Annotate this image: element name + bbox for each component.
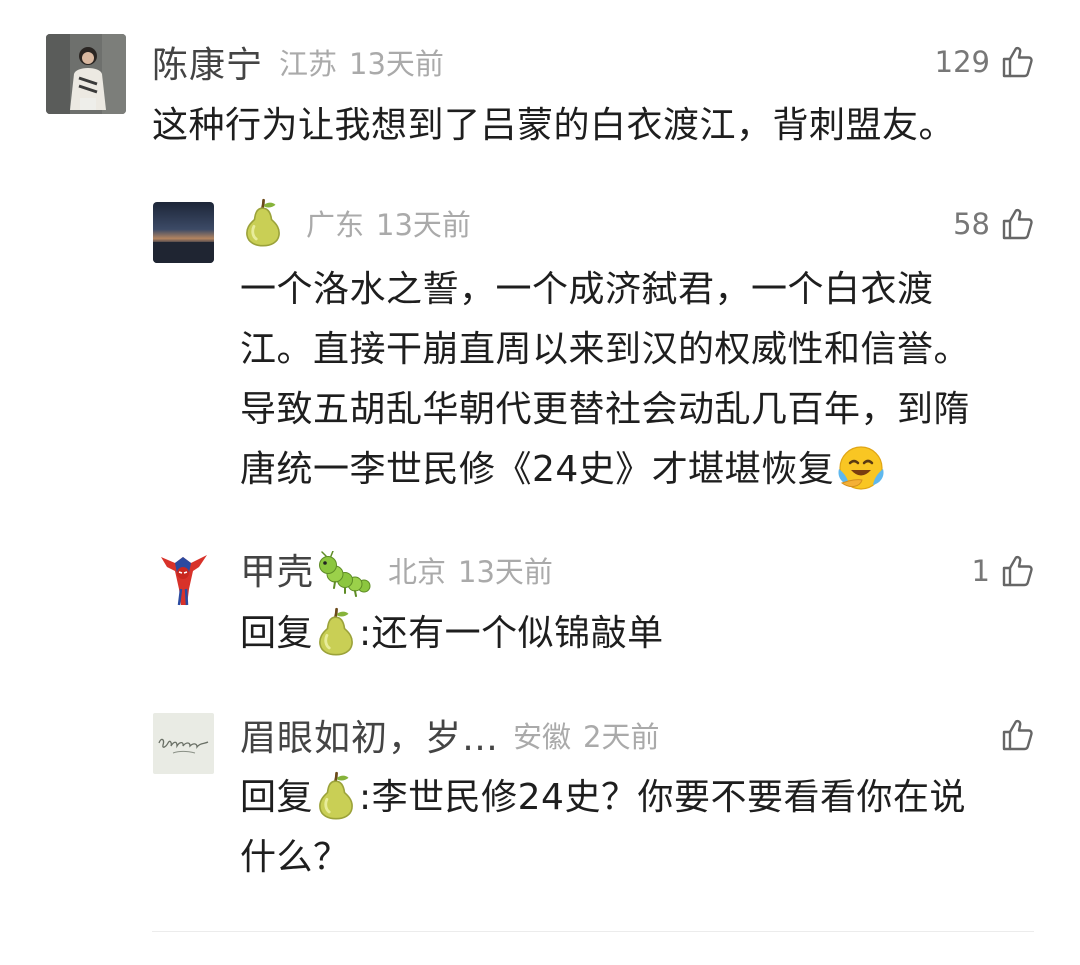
comment-meta: 江苏 13天前 [279,41,444,83]
comment-text-line: 江。直接干崩直周以来到汉的权威性和信誉。 [240,329,971,370]
comment-text: 这种行为让我想到了吕蒙的白衣渡江，背刺盟友。 [152,105,956,146]
pear-emoji-icon [240,198,286,248]
like-button[interactable]: 58 [953,198,1034,250]
username[interactable]: 陈康宁 [152,36,263,88]
time-label: 13天前 [376,208,471,242]
caterpillar-emoji-icon [319,551,371,597]
handwriting-avatar-icon [153,713,214,774]
time-label: 13天前 [458,555,553,589]
comment-meta: 安徽 2天前 [513,714,659,756]
pear-emoji-icon[interactable] [313,607,359,657]
comment-text: 一个洛水之誓，一个成济弑君，一个白衣渡 江。直接干崩直周以来到汉的权威性和信誉。… [240,260,1050,500]
comment-text-line: 什么？ [240,837,350,878]
comment-text: 回复:还有一个似锦敲单 [240,604,1040,664]
reply-prefix: 回复 [240,613,314,654]
location-label: 安徽 [513,720,572,754]
comment-text-line-content: 唐统一李世民修《24史》才堪堪恢复 [240,449,835,490]
user-avatar[interactable] [153,202,214,263]
comment-text: 回复:李世民修24史？你要不要看看你在说 什么？ [240,768,1050,888]
reply-prefix: 回复 [240,777,314,818]
thumbs-up-icon [1000,45,1034,79]
comment-text-line: 唐统一李世民修《24史》才堪堪恢复 [240,440,1050,500]
comment-meta: 北京 13天前 [388,549,553,591]
location-label: 广东 [306,208,365,242]
like-button[interactable] [990,709,1034,761]
like-count: 58 [953,207,990,241]
reply-text: 还有一个似锦敲单 [371,613,664,654]
sunset-photo-avatar-icon [153,202,214,263]
list-divider [152,931,1034,932]
pear-emoji-icon[interactable] [313,771,359,821]
username-text: 甲壳 [240,552,315,593]
username[interactable]: 眉眼如初，岁… [240,709,499,761]
user-avatar[interactable] [153,713,214,774]
comment-text-line: 回复:李世民修24史？你要不要看看你在说 [240,768,1050,828]
like-button[interactable]: 1 [972,545,1034,597]
comment-text-line: 一个洛水之誓，一个成济弑君，一个白衣渡 [240,269,934,310]
location-label: 北京 [388,555,447,589]
like-count: 129 [934,45,990,79]
thumbs-up-icon [1000,718,1034,752]
user-avatar[interactable] [46,34,126,114]
user-avatar[interactable] [153,545,214,609]
time-label: 2天前 [583,720,660,754]
reply-text: 李世民修24史？你要不要看看你在说 [371,777,966,818]
face-with-tears-emoji-icon [838,446,884,490]
reply-separator: : [359,613,372,654]
username[interactable]: 甲壳 [240,543,374,597]
comment-text-line: 导致五胡乱华朝代更替社会动乱几百年，到隋 [240,389,971,430]
comment-meta: 广东 13天前 [306,202,471,244]
like-count: 1 [971,554,990,588]
time-label: 13天前 [349,47,444,81]
location-label: 江苏 [279,47,338,81]
girl-photo-avatar-icon [46,34,126,114]
like-button[interactable]: 129 [935,36,1034,88]
thumbs-up-icon [1000,207,1034,241]
reply-separator: : [359,777,372,818]
username[interactable] [240,198,286,248]
thumbs-up-icon [1000,554,1034,588]
spiderman-avatar-icon [153,545,214,609]
